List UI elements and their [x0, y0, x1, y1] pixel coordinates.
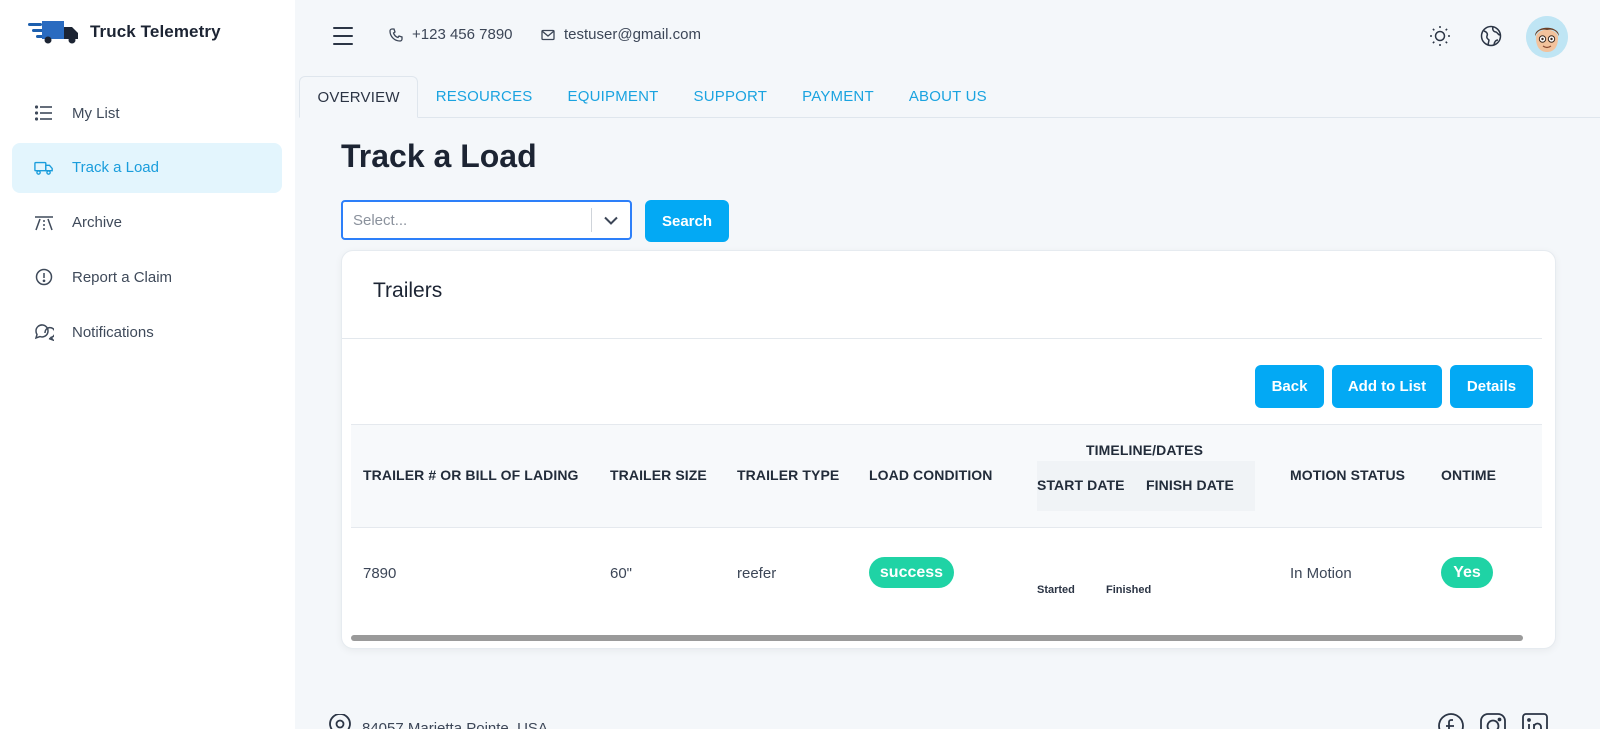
sidebar-item-label: Notifications [72, 323, 154, 341]
address-text: 84057 Marietta Pointe, USA [362, 719, 548, 729]
tab-equipment[interactable]: EQUIPMENT [550, 76, 676, 117]
list-icon [34, 103, 54, 123]
footer-address: 84057 Marietta Pointe, USA [328, 714, 548, 729]
location-pin-icon [329, 714, 351, 729]
sidebar-item-label: Track a Load [72, 159, 159, 177]
truck-icon [34, 158, 54, 178]
mail-icon [541, 29, 555, 40]
phone-number: +123 456 7890 [412, 26, 513, 43]
instagram-icon[interactable] [1479, 712, 1507, 729]
avatar[interactable] [1526, 16, 1568, 58]
brand-name: Truck Telemetry [90, 22, 221, 41]
sun-icon[interactable] [1428, 24, 1452, 48]
cell-start: Started [1037, 584, 1075, 596]
cell-type: reefer [737, 565, 777, 582]
sidebar-nav: My List Track a Load Archive Report a Cl… [12, 88, 282, 362]
back-button[interactable]: Back [1255, 365, 1324, 408]
tab-overview[interactable]: OVERVIEW [299, 76, 419, 118]
divider [342, 338, 1542, 339]
brand[interactable]: Truck Telemetry [28, 16, 221, 48]
tab-payment[interactable]: PAYMENT [785, 76, 892, 117]
horizontal-scrollbar[interactable] [351, 635, 1523, 641]
table-row[interactable]: 7890 60" reefer success Started Finished… [351, 528, 1542, 632]
column-header-trailer[interactable]: TRAILER # OR BILL OF LADING [363, 467, 579, 483]
email-address: testuser@gmail.com [564, 26, 701, 43]
column-header-finish-date[interactable]: FINISH DATE [1146, 477, 1234, 493]
menu-icon[interactable] [333, 27, 353, 45]
column-header-type[interactable]: TRAILER TYPE [737, 467, 839, 483]
select-placeholder[interactable]: Select... [343, 212, 591, 229]
column-header-size[interactable]: TRAILER SIZE [610, 467, 707, 483]
sidebar-item-label: Report a Claim [72, 268, 173, 286]
load-select[interactable]: Select... [341, 200, 632, 240]
card-title: Trailers [373, 279, 443, 302]
phone-icon [389, 27, 403, 42]
sidebar: Truck Telemetry My List Track a Load Arc… [0, 0, 295, 729]
sidebar-item-label: My List [72, 104, 120, 122]
sidebar-item-notifications[interactable]: Notifications [12, 307, 282, 357]
ontime-badge: Yes [1441, 557, 1493, 588]
contact-phone[interactable]: +123 456 7890 [389, 26, 513, 43]
main-tabs: OVERVIEW RESOURCES EQUIPMENT SUPPORT PAY… [299, 76, 1600, 118]
sidebar-item-report-a-claim[interactable]: Report a Claim [12, 252, 282, 302]
chat-bubbles-icon [34, 322, 54, 342]
column-header-ontime[interactable]: ONTIME [1441, 467, 1496, 483]
alert-circle-icon [34, 267, 54, 287]
column-header-condition[interactable]: LOAD CONDITION [869, 467, 993, 483]
column-header-timeline: TIMELINE/DATES [1086, 442, 1204, 458]
contact-email[interactable]: testuser@gmail.com [541, 26, 701, 43]
column-header-motion[interactable]: MOTION STATUS [1290, 467, 1405, 483]
sidebar-item-track-a-load[interactable]: Track a Load [12, 142, 282, 193]
top-header: +123 456 7890 testuser@gmail.com [295, 0, 1600, 74]
search-button[interactable]: Search [645, 200, 729, 242]
table-header: TRAILER # OR BILL OF LADING TRAILER SIZE… [351, 424, 1542, 528]
globe-icon[interactable] [1479, 24, 1503, 48]
archive-road-icon [34, 213, 54, 233]
linkedin-icon[interactable] [1521, 712, 1549, 729]
tab-resources[interactable]: RESOURCES [418, 76, 550, 117]
sidebar-item-my-list[interactable]: My List [12, 88, 282, 138]
truck-logo-icon [28, 21, 78, 44]
tab-about-us[interactable]: ABOUT US [891, 76, 1004, 117]
cell-size: 60" [610, 565, 633, 582]
trailers-card: Trailers Back Add to List Details TRAILE… [341, 250, 1556, 649]
page-title: Track a Load [341, 138, 537, 174]
facebook-icon[interactable] [1437, 712, 1465, 729]
sidebar-item-archive[interactable]: Archive [12, 198, 282, 248]
status-badge: success [869, 557, 954, 588]
sidebar-item-label: Archive [72, 214, 123, 232]
cell-motion: In Motion [1290, 565, 1352, 582]
add-to-list-button[interactable]: Add to List [1332, 365, 1442, 408]
column-header-start-date[interactable]: START DATE [1037, 477, 1125, 493]
chevron-down-icon[interactable] [592, 216, 630, 225]
cell-finish: Finished [1106, 584, 1152, 596]
details-button[interactable]: Details [1450, 365, 1533, 408]
tab-support[interactable]: SUPPORT [676, 76, 785, 117]
cell-trailer: 7890 [363, 565, 397, 582]
